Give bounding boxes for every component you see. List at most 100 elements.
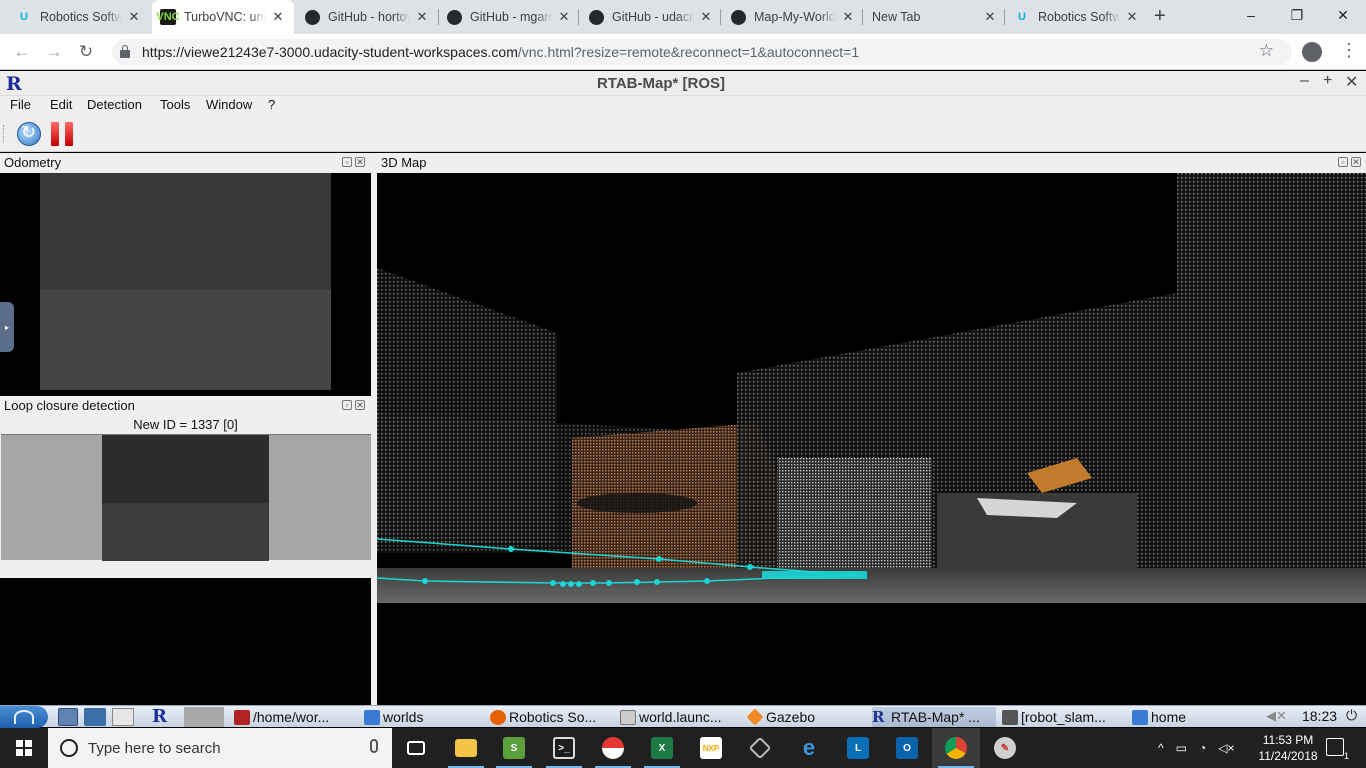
outlook-icon[interactable]: O [883,728,931,768]
tab-close-icon[interactable]: ✕ [270,9,286,25]
task-terminal-home[interactable]: /home/wor... [234,707,354,727]
tab-robotics-software-2[interactable]: U Robotics Software ✕ [1006,0,1148,34]
bookmark-star-icon[interactable]: ☆ [1259,41,1274,61]
task-world-launch[interactable]: world.launc... [620,707,740,727]
tab-github-udacity[interactable]: GitHub - udacity ✕ [580,0,722,34]
sublime-text-icon[interactable]: S [490,728,538,768]
refresh-icon[interactable] [17,122,41,146]
tab-close-icon[interactable]: ✕ [126,9,142,25]
side-panel-handle-icon[interactable]: ▸ [0,302,14,352]
tab-close-icon[interactable]: ✕ [840,9,856,25]
tab-title: Robotics Software [40,10,122,24]
tab-map-my-world[interactable]: Map-My-World ✕ [722,0,864,34]
chrome-icon[interactable] [932,728,980,768]
excel-icon[interactable]: X [638,728,686,768]
terminal-launcher-icon[interactable] [112,708,134,726]
lock-icon [120,45,130,58]
windows-clock[interactable]: 11:53 PM 11/24/2018 [1250,732,1326,764]
battery-icon[interactable]: ▭ [1176,741,1187,755]
nxp-app-icon[interactable]: NXP [687,728,735,768]
dock-close-icon[interactable]: ✕ [355,157,365,167]
pause-icon[interactable] [51,122,73,146]
tab-close-icon[interactable]: ✕ [982,9,998,25]
back-icon[interactable]: ← [10,40,34,64]
dock-float-icon[interactable]: ▫ [1338,157,1348,167]
task-firefox[interactable]: Robotics So... [490,707,614,727]
tab-close-icon[interactable]: ✕ [1124,9,1140,25]
rtab-maximize-button[interactable]: + [1323,72,1332,90]
edge-icon[interactable]: e [785,728,833,768]
menu-window[interactable]: Window [206,97,252,112]
task-worlds[interactable]: worlds [364,707,484,727]
new-tab-button[interactable]: + [1154,5,1166,28]
task-gazebo[interactable]: Gazebo [746,707,866,727]
loop-closure-image[interactable] [1,434,371,561]
forward-icon[interactable]: → [42,40,66,64]
clock-time: 11:53 PM [1262,733,1314,747]
notification-center-icon[interactable] [1326,738,1350,761]
3d-viewer-icon[interactable] [736,728,784,768]
tab-github-hortovanyi[interactable]: GitHub - hortovanyi ✕ [296,0,438,34]
terminal-app-icon[interactable]: >_ [540,728,588,768]
tab-title: Robotics Software [1038,10,1120,24]
text-file-icon [620,709,636,725]
lync-icon[interactable]: L [834,728,882,768]
dock-float-icon[interactable]: ▫ [342,400,352,410]
volume-muted-icon[interactable]: ◀✕ [1266,708,1287,724]
odometry-view[interactable] [0,173,371,390]
task-label: world.launc... [639,709,722,725]
task-home-folder[interactable]: home [1132,707,1242,727]
reload-icon[interactable]: ↻ [74,40,98,64]
windows-search-field[interactable]: Type here to search [48,728,392,768]
dock-close-icon[interactable]: ✕ [1351,157,1361,167]
url-field[interactable]: https://viewe21243e7-3000.udacity-studen… [112,39,1292,65]
toolbar-grip-icon[interactable] [3,125,6,143]
dock-close-icon[interactable]: ✕ [355,400,365,410]
tab-github-mgarcia[interactable]: GitHub - mgarcia ✕ [438,0,580,34]
paint-app-icon[interactable]: ✎ [981,728,1029,768]
network-app-icon[interactable] [84,708,106,726]
odometry-camera-image [40,173,331,390]
menu-kebab-icon[interactable]: ⋮ [1340,40,1358,61]
tab-close-icon[interactable]: ✕ [556,9,572,25]
tab-robotics-software-1[interactable]: U Robotics Software ✕ [8,0,150,34]
tab-title: GitHub - hortovanyi [328,10,410,24]
show-desktop-icon[interactable] [58,708,78,726]
power-icon[interactable]: ⏻ [1346,707,1357,724]
workspace-switcher[interactable] [184,707,224,727]
dock-float-icon[interactable]: ▫ [342,157,352,167]
menu-tools[interactable]: Tools [160,97,190,112]
task-rtabmap[interactable]: R RTAB-Map* ... [872,707,996,727]
minimize-button[interactable]: – [1228,0,1274,30]
menu-detection[interactable]: Detection [87,97,142,112]
close-window-button[interactable]: ✕ [1320,0,1366,30]
windows-start-icon[interactable] [0,728,48,768]
volume-muted-icon[interactable]: ◁× [1218,741,1234,755]
tab-new-tab[interactable]: New Tab ✕ [864,0,1006,34]
pokeball-app-icon[interactable] [589,728,637,768]
tray-chevron-icon[interactable]: ^ [1158,741,1164,755]
floor-cloud [377,568,1366,603]
vnc-start-menu-icon[interactable] [0,706,48,728]
task-view-icon[interactable] [392,728,440,768]
tab-close-icon[interactable]: ✕ [414,9,430,25]
tab-title: New Tab [872,10,921,24]
cortana-icon [60,739,78,757]
profile-avatar-icon[interactable] [1302,42,1322,62]
rtabmap-launcher-icon[interactable]: R [152,706,167,727]
menu-edit[interactable]: Edit [50,97,72,112]
wifi-icon[interactable]: ◔ [1199,741,1206,755]
rviz-icon [1002,709,1018,725]
tab-close-icon[interactable]: ✕ [698,9,714,25]
rtab-close-button[interactable]: ✕ [1345,72,1358,92]
file-explorer-icon[interactable] [442,728,490,768]
menu-help[interactable]: ? [268,97,275,112]
odometry-dock-header: Odometry ▫ ✕ [0,153,371,173]
rtab-minimize-button[interactable]: – [1300,72,1309,90]
restore-button[interactable]: ❐ [1274,0,1320,30]
microphone-icon[interactable] [370,739,378,753]
task-robot-slam[interactable]: [robot_slam... [1002,707,1126,727]
menu-file[interactable]: File [10,97,31,112]
3d-map-view[interactable] [377,173,1366,704]
tab-turbovnc[interactable]: VNC TurboVNC: unix ✕ [152,0,294,34]
